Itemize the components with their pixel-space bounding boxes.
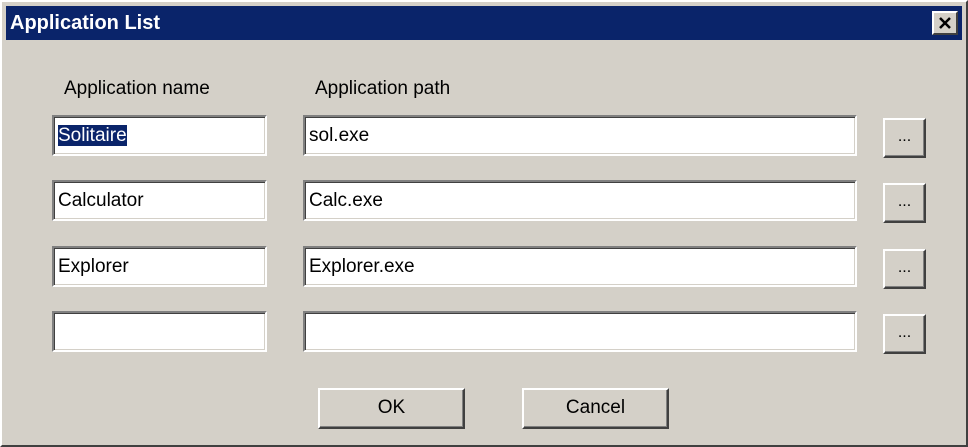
application-path-field-2[interactable]: Calc.exe — [303, 180, 857, 221]
close-icon — [939, 17, 951, 29]
application-name-field-3[interactable]: Explorer — [52, 246, 267, 287]
application-name-value-3: Explorer — [58, 256, 129, 277]
ok-button[interactable]: OK — [318, 388, 465, 429]
application-name-field-1[interactable]: Solitaire — [52, 115, 267, 156]
cancel-button[interactable]: Cancel — [522, 388, 669, 429]
application-path-header: Application path — [315, 78, 451, 99]
application-name-value-2: Calculator — [58, 190, 144, 211]
application-path-value-1: sol.exe — [309, 125, 370, 146]
application-name-header: Application name — [64, 78, 210, 99]
application-path-value-3: Explorer.exe — [309, 256, 415, 277]
browse-button-2[interactable]: ... — [883, 183, 926, 223]
browse-button-1[interactable]: ... — [883, 118, 926, 158]
title-bar[interactable]: Application List — [6, 6, 962, 40]
application-name-field-2[interactable]: Calculator — [52, 180, 267, 221]
close-button[interactable] — [932, 11, 958, 35]
application-path-value-2: Calc.exe — [309, 190, 383, 211]
application-list-dialog: Application List Application name Applic… — [0, 0, 968, 447]
application-name-value-1: Solitaire — [58, 125, 127, 146]
window-title: Application List — [10, 12, 160, 34]
application-path-field-4[interactable] — [303, 311, 857, 352]
browse-button-3[interactable]: ... — [883, 249, 926, 289]
browse-button-4[interactable]: ... — [883, 314, 926, 354]
application-path-field-1[interactable]: sol.exe — [303, 115, 857, 156]
application-path-field-3[interactable]: Explorer.exe — [303, 246, 857, 287]
application-name-field-4[interactable] — [52, 311, 267, 352]
